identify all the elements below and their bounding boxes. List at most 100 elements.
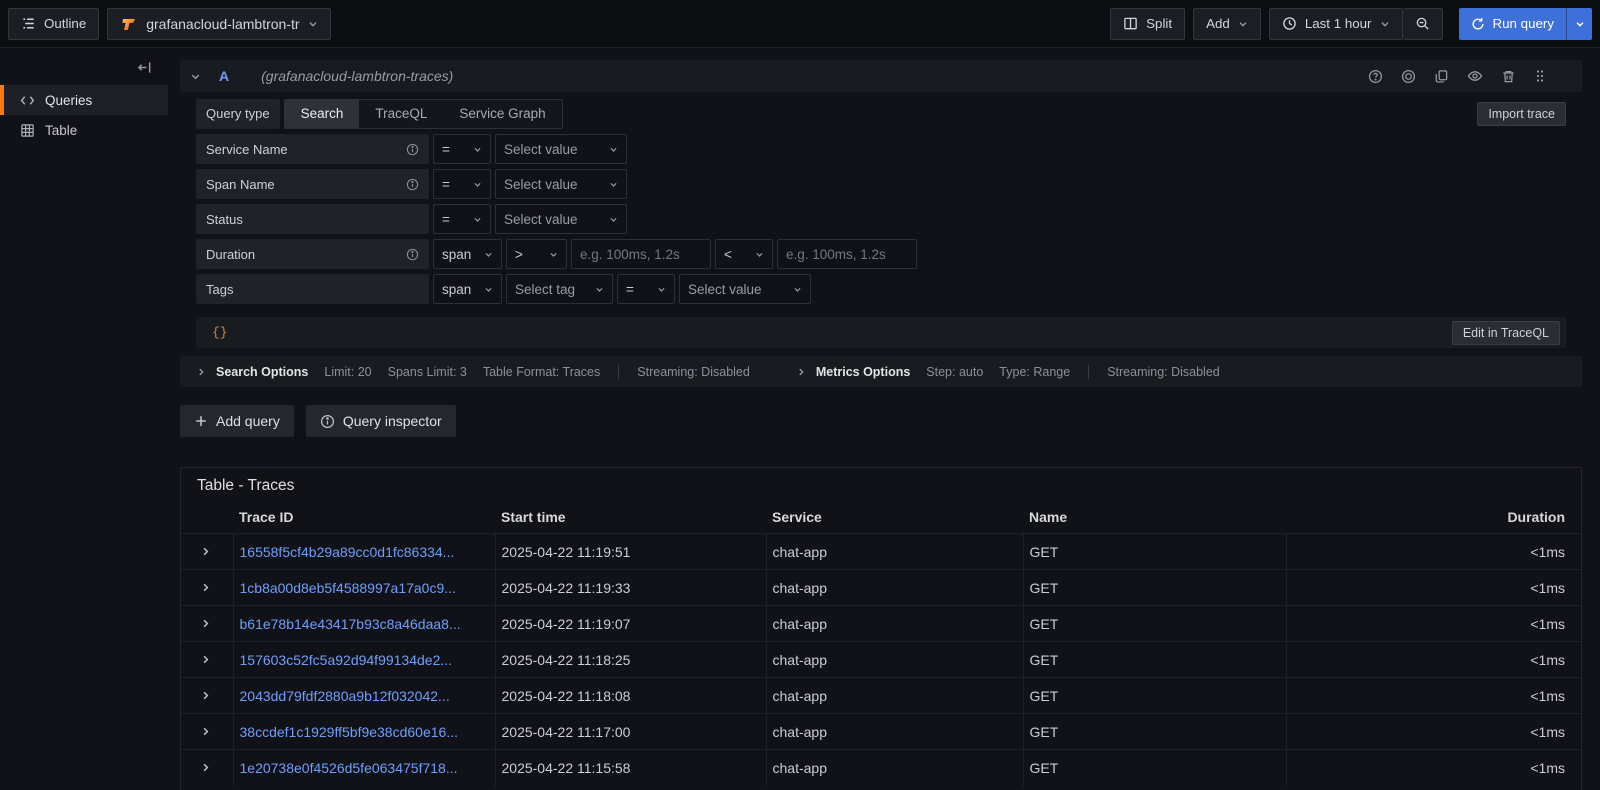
select-placeholder: Select tag [515,282,575,297]
duration-label-text: Duration [206,247,255,262]
zoom-out-time-button[interactable] [1403,8,1443,40]
run-query-caret[interactable] [1566,8,1592,40]
traceql-query-text: {} [212,325,228,340]
chevron-right-icon [200,726,211,737]
edit-in-traceql-button[interactable]: Edit in TraceQL [1452,321,1560,345]
duration-scope-select[interactable]: span [433,239,502,269]
column-header-service[interactable]: Service [766,507,1023,534]
tags-operator-select[interactable]: = [617,274,675,304]
query-type-row: Query type Search TraceQL Service Graph … [196,98,1566,129]
drag-handle-icon[interactable] [1534,69,1546,83]
trace-id-link[interactable]: 1e20738e0f4526d5fe063475f718... [240,760,458,776]
service-name-operator-select[interactable]: = [433,134,491,164]
add-button[interactable]: Add [1193,8,1261,40]
tab-search[interactable]: Search [285,100,360,128]
option-table-format: Table Format: Traces [483,365,600,379]
add-query-button[interactable]: Add query [180,405,294,437]
record-circle-icon[interactable] [1401,69,1416,84]
sidebar-item-queries[interactable]: Queries [0,85,168,115]
import-trace-button[interactable]: Import trace [1477,102,1566,126]
status-label-text: Status [206,212,243,227]
search-options-label[interactable]: Search Options [216,365,308,379]
status-operator-select[interactable]: = [433,204,491,234]
chevron-down-icon [1238,19,1248,29]
duration-max-input[interactable] [777,239,917,269]
traceql-preview-row: {} Edit in TraceQL [196,317,1566,348]
run-query-group: Run query [1459,8,1593,40]
trace-id-link[interactable]: 38ccdef1c1929ff5bf9e38cd60e16... [240,724,458,740]
time-range-button[interactable]: Last 1 hour [1269,8,1403,40]
column-header-start-time[interactable]: Start time [495,507,766,534]
tags-value-select[interactable]: Select value [679,274,811,304]
info-icon[interactable] [406,248,419,261]
split-label: Split [1146,16,1172,31]
query-ref-id[interactable]: A [219,68,229,84]
trash-icon[interactable] [1501,69,1516,84]
field-status: Status = Select value [196,204,1566,234]
tab-service-graph[interactable]: Service Graph [443,100,561,128]
name-cell: GET [1023,570,1286,606]
expand-row-button[interactable] [181,714,233,750]
outline-button[interactable]: Outline [8,8,99,40]
service-name-value-select[interactable]: Select value [495,134,627,164]
zoom-out-icon [1415,16,1430,31]
trace-id-link[interactable]: 2043dd79fdf2880a9b12f032042... [240,688,450,704]
sync-icon [1471,17,1485,31]
query-type-tabs: Search TraceQL Service Graph [284,99,563,129]
eye-icon[interactable] [1467,68,1483,84]
add-query-label: Add query [216,413,280,429]
start-time-cell: 2025-04-22 11:19:07 [495,606,766,642]
expand-row-button[interactable] [181,678,233,714]
help-icon[interactable] [1368,69,1383,84]
collapse-outline-button[interactable] [0,56,168,85]
query-options-bar[interactable]: Search Options Limit: 20 Spans Limit: 3 … [180,356,1582,387]
tab-traceql[interactable]: TraceQL [359,100,443,128]
duration-min-input[interactable] [571,239,711,269]
trace-id-link[interactable]: b61e78b14e43417b93c8a46daa8... [240,616,461,632]
span-name-operator-select[interactable]: = [433,169,491,199]
field-span-name: Span Name = Select value [196,169,1566,199]
duration-min-operator-select[interactable]: > [506,239,567,269]
tags-tag-select[interactable]: Select tag [506,274,613,304]
name-cell: GET [1023,714,1286,750]
query-inspector-button[interactable]: Query inspector [306,405,456,437]
option-type: Type: Range [999,365,1070,379]
duration-cell: <1ms [1286,606,1581,642]
service-name-label: Service Name [196,134,429,164]
expand-row-button[interactable] [181,642,233,678]
scope-value: span [442,282,471,297]
trace-id-link[interactable]: 157603c52fc5a92d94f99134de2... [240,652,453,668]
copy-icon[interactable] [1434,69,1449,84]
split-button[interactable]: Split [1110,8,1185,40]
sidebar-item-table[interactable]: Table [0,115,168,145]
query-row-header: A (grafanacloud-lambtron-traces) [180,60,1582,92]
query-type-label: Query type [196,99,280,129]
span-name-value-select[interactable]: Select value [495,169,627,199]
metrics-options-label[interactable]: Metrics Options [816,365,910,379]
expand-row-button[interactable] [181,606,233,642]
expand-row-button[interactable] [181,534,233,570]
chevron-down-icon [473,215,482,224]
expand-row-button[interactable] [181,750,233,786]
explore-toolbar: Outline grafanacloud-lambtron-tr Split A… [0,0,1600,48]
run-query-label: Run query [1493,16,1555,31]
collapse-query-chevron-icon[interactable] [190,71,201,82]
query-datasource-hint: (grafanacloud-lambtron-traces) [261,68,453,84]
duration-max-operator-select[interactable]: < [715,239,773,269]
info-icon[interactable] [406,178,419,191]
chevron-down-icon [609,145,618,154]
column-header-duration[interactable]: Duration [1286,507,1581,534]
expand-row-button[interactable] [181,570,233,606]
info-icon[interactable] [406,143,419,156]
trace-id-link[interactable]: 1cb8a00d8eb5f4588997a17a0c9... [240,580,456,596]
column-header-name[interactable]: Name [1023,507,1286,534]
status-value-select[interactable]: Select value [495,204,627,234]
datasource-picker[interactable]: grafanacloud-lambtron-tr [107,8,331,40]
options-divider [618,365,619,379]
trace-id-link[interactable]: 16558f5cf4b29a89cc0d1fc86334... [240,544,455,560]
outline-icon [21,16,36,31]
tags-scope-select[interactable]: span [433,274,502,304]
column-header-trace-id[interactable]: Trace ID [233,507,495,534]
name-cell: GET [1023,642,1286,678]
run-query-button[interactable]: Run query [1459,8,1567,40]
